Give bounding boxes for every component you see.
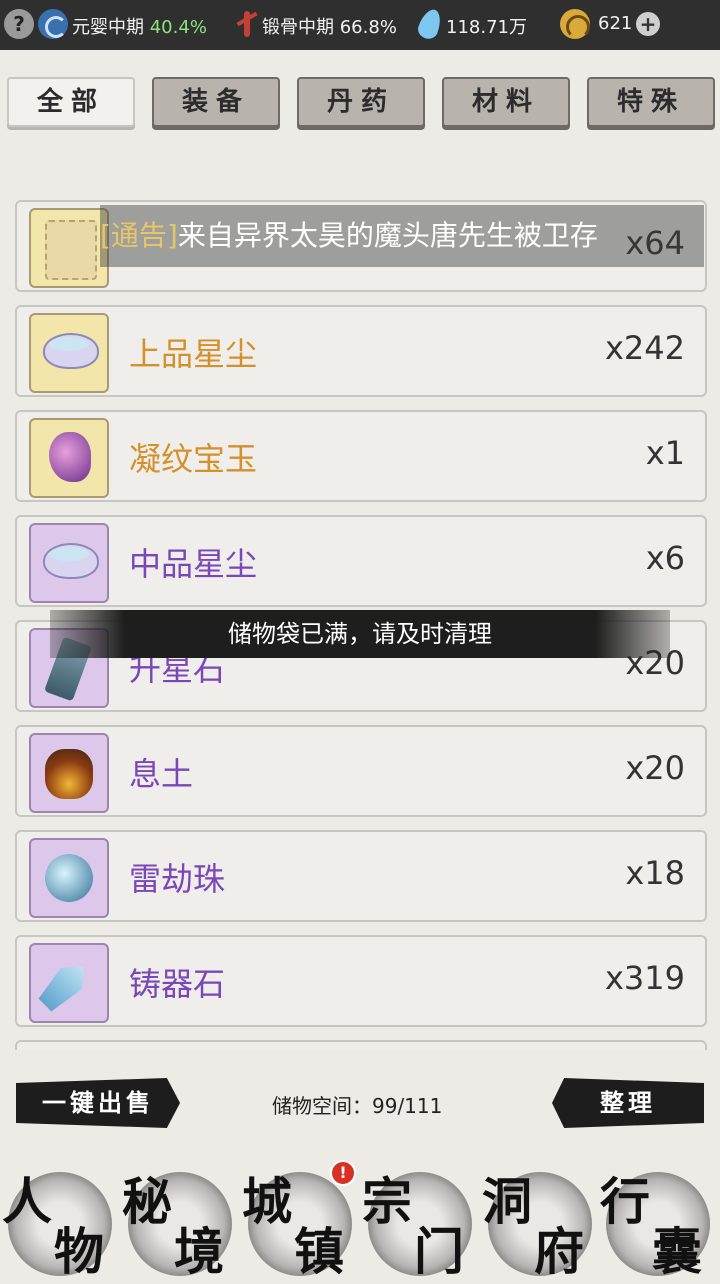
add-icon[interactable]: + bbox=[636, 12, 660, 36]
bone-forge-icon bbox=[232, 9, 262, 39]
nav-char-2: 物 bbox=[54, 1222, 104, 1281]
nav-char-1: 人 bbox=[2, 1172, 52, 1231]
jade-icon bbox=[29, 418, 109, 498]
thunder-orb-icon bbox=[29, 838, 109, 918]
list-item[interactable]: 息土 x20 bbox=[15, 725, 707, 817]
help-icon[interactable]: ? bbox=[4, 9, 34, 39]
action-bar: 一键出售 储物空间：99/111 整理 bbox=[0, 1060, 720, 1140]
nav-char-1: 行 bbox=[600, 1172, 650, 1231]
town-alert-badge: ! bbox=[330, 1160, 356, 1186]
item-quantity: x6 bbox=[645, 539, 685, 577]
item-name: 中品星尘 bbox=[129, 545, 258, 583]
list-item[interactable]: 中品星尘 x6 bbox=[15, 515, 707, 607]
sell-all-button[interactable]: 一键出售 bbox=[16, 1078, 180, 1128]
list-item[interactable]: 上品星尘 x242 bbox=[15, 305, 707, 397]
status-bar: ? 元婴中期 40.4% 锻骨中期 66.8% 118.71万 621 + bbox=[0, 0, 720, 50]
list-item[interactable]: 雷劫珠 x18 bbox=[15, 830, 707, 922]
spirit-stone-icon bbox=[415, 6, 445, 42]
nav-char-2: 囊 bbox=[652, 1222, 702, 1281]
item-quantity: x1 bbox=[645, 434, 685, 472]
nav-cave[interactable]: 洞 府 bbox=[482, 1162, 602, 1281]
tab-special[interactable]: 特殊 bbox=[587, 77, 715, 127]
spirit-stone-count: 118.71万 bbox=[446, 17, 527, 38]
item-quantity: x319 bbox=[604, 959, 685, 997]
scroll-icon bbox=[29, 208, 109, 288]
item-name: 铸器石 bbox=[129, 965, 226, 1003]
tab-all[interactable]: 全部 bbox=[7, 77, 135, 127]
nav-char-2: 门 bbox=[414, 1222, 464, 1281]
nav-char-1: 城 bbox=[242, 1172, 292, 1231]
item-name: 雷劫珠 bbox=[129, 860, 226, 898]
coin-count: 621 bbox=[598, 13, 633, 34]
item-quantity: x242 bbox=[604, 329, 685, 367]
arrange-button[interactable]: 整理 bbox=[552, 1078, 704, 1128]
item-quantity: x20 bbox=[625, 749, 685, 787]
tab-equipment[interactable]: 装备 bbox=[152, 77, 280, 127]
storage-full-toast: 储物袋已满，请及时清理 bbox=[50, 610, 670, 658]
announcement-tag: [通告] bbox=[100, 219, 178, 252]
tab-pills[interactable]: 丹药 bbox=[297, 77, 425, 127]
item-name: 息土 bbox=[129, 755, 194, 793]
nav-secret-realm[interactable]: 秘 境 bbox=[122, 1162, 242, 1281]
stardust-icon bbox=[29, 523, 109, 603]
soil-icon bbox=[29, 733, 109, 813]
coin-icon bbox=[560, 9, 590, 39]
list-item[interactable]: 铸器石 x319 bbox=[15, 935, 707, 1027]
item-quantity: x18 bbox=[625, 854, 685, 892]
item-name: 上品星尘 bbox=[129, 335, 258, 373]
yin-yang-icon bbox=[38, 9, 68, 39]
realm2-label: 锻骨中期 66.8% bbox=[262, 17, 397, 38]
list-item[interactable]: 凝纹宝玉 x1 bbox=[15, 410, 707, 502]
nav-char-1: 洞 bbox=[482, 1172, 532, 1231]
list-item[interactable] bbox=[15, 1040, 707, 1050]
tab-materials[interactable]: 材料 bbox=[442, 77, 570, 127]
announcement-text: 来自异界太昊的魔头唐先生被卫存 bbox=[177, 219, 598, 252]
nav-character[interactable]: 人 物 bbox=[2, 1162, 122, 1281]
stardust-icon bbox=[29, 313, 109, 393]
nav-char-1: 秘 bbox=[122, 1172, 172, 1231]
announcement-banner: [通告]来自异界太昊的魔头唐先生被卫存 bbox=[100, 205, 704, 267]
crystal-icon bbox=[29, 943, 109, 1023]
nav-char-1: 宗 bbox=[362, 1172, 412, 1231]
nav-sect[interactable]: 宗 门 bbox=[362, 1162, 482, 1281]
nav-char-2: 府 bbox=[534, 1222, 584, 1281]
realm1-label: 元婴中期 40.4% bbox=[72, 17, 207, 38]
storage-capacity: 储物空间：99/111 bbox=[272, 1094, 443, 1118]
item-name: 凝纹宝玉 bbox=[129, 440, 258, 478]
nav-bag[interactable]: 行 囊 bbox=[600, 1162, 720, 1281]
category-tabs: 全部 装备 丹药 材料 特殊 bbox=[0, 75, 720, 130]
bottom-nav: 人 物 秘 境 城 镇 宗 门 洞 府 行 囊 bbox=[0, 1150, 720, 1281]
nav-char-2: 境 bbox=[174, 1222, 224, 1281]
nav-char-2: 镇 bbox=[294, 1222, 344, 1281]
